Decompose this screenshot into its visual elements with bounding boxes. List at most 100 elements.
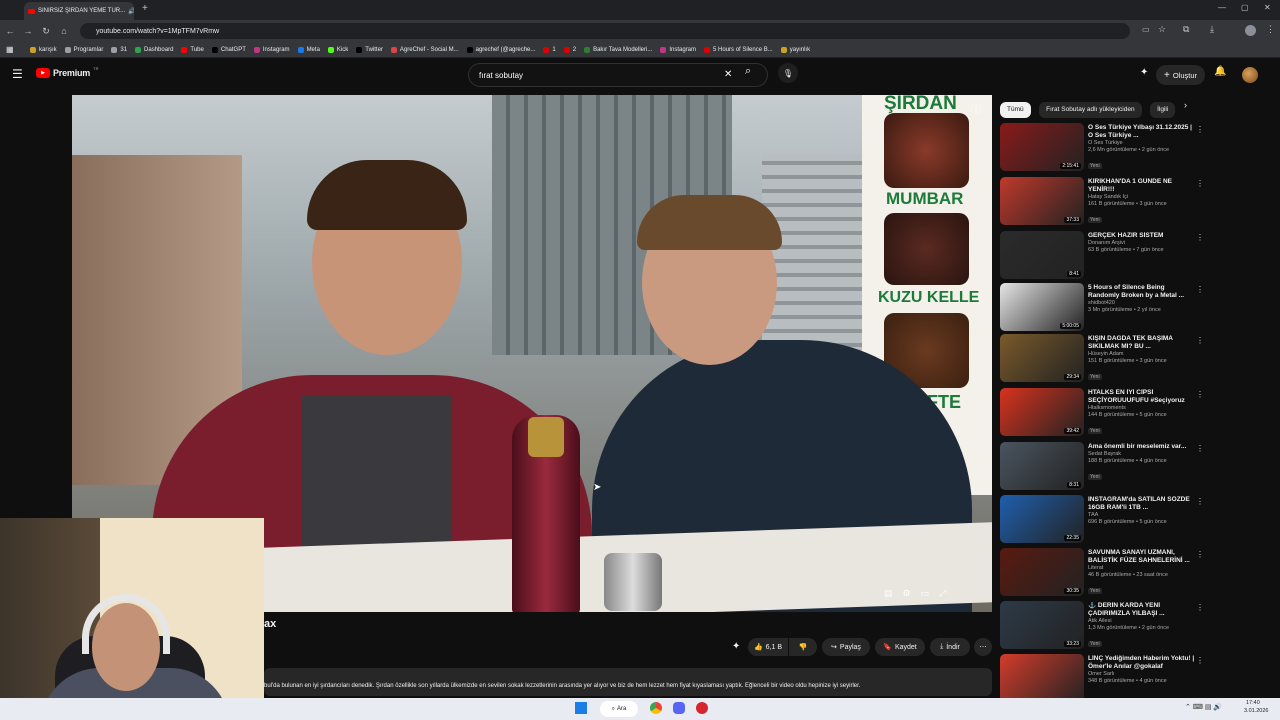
bookmark-item[interactable]: Kick bbox=[327, 46, 348, 53]
forward-icon[interactable]: → bbox=[20, 23, 36, 39]
chip-all[interactable]: Tümü bbox=[1000, 102, 1031, 118]
video-thumbnail[interactable]: 2:15:41 bbox=[1000, 123, 1084, 171]
bookmark-item[interactable]: agrechef (@agreche... bbox=[466, 46, 535, 53]
more-vertical-icon[interactable]: ⋮ bbox=[1196, 179, 1204, 188]
more-vertical-icon[interactable]: ⋮ bbox=[1196, 125, 1204, 134]
bookmark-item[interactable]: yayınlık bbox=[780, 46, 810, 53]
discord-taskbar-icon[interactable] bbox=[673, 702, 685, 714]
more-vertical-icon[interactable]: ⋮ bbox=[1196, 603, 1204, 612]
settings-gear-icon[interactable]: ⚙ bbox=[903, 588, 911, 599]
bookmark-item[interactable]: Instagram bbox=[253, 46, 290, 53]
notifications-bell-icon[interactable]: 🔔 bbox=[1214, 66, 1226, 77]
bookmark-star-icon[interactable]: ☆ bbox=[1158, 24, 1166, 35]
chip-uploader[interactable]: Fırat Sobutay adlı yükleyiciden bbox=[1039, 102, 1142, 118]
related-video-item[interactable]: 37:33 KIRIKHAN'DA 1 GÜNDE NE YENİR!!! Hata… bbox=[1000, 177, 1204, 227]
taskbar-search[interactable]: ⌕ Ara bbox=[600, 701, 638, 717]
bookmark-item[interactable]: Dashboard bbox=[135, 46, 173, 53]
account-avatar[interactable] bbox=[1242, 67, 1258, 83]
related-video-item[interactable]: 39:42 HTALKS EN İYİ CİPSİ SEÇİYORUUUFUFU … bbox=[1000, 388, 1204, 438]
video-thumbnail[interactable]: 37:33 bbox=[1000, 177, 1084, 225]
extensions-icon[interactable]: ⧉ bbox=[1183, 24, 1189, 35]
bookmark-item[interactable]: 2 bbox=[563, 46, 576, 53]
related-video-item[interactable]: 29:34 KIŞIN DAĞDA TEK BAŞIMA SIKILMAK MI?… bbox=[1000, 334, 1204, 384]
cast-icon-yt[interactable]: ✦ bbox=[1140, 67, 1148, 78]
download-button[interactable]: ⤓ İndir bbox=[930, 638, 970, 656]
miniplayer-icon[interactable]: ▭ bbox=[921, 588, 930, 599]
bookmark-item[interactable]: AgreChef - Social M... bbox=[390, 46, 459, 53]
related-video-item[interactable]: 8:41 GERÇEK HAZIR SİSTEM Donanım Arşivi 63 … bbox=[1000, 231, 1204, 281]
downloads-icon[interactable]: ⤓ bbox=[1210, 24, 1214, 35]
cast-icon[interactable]: ▭ bbox=[1142, 25, 1150, 34]
subtitles-icon[interactable]: ▤ bbox=[884, 588, 893, 599]
more-vertical-icon[interactable]: ⋮ bbox=[1196, 390, 1204, 399]
related-video-item[interactable]: LİNÇ Yediğimden Haberim Yoktu! | Ömer'le… bbox=[1000, 654, 1204, 704]
bookmark-item[interactable]: ChatGPT bbox=[211, 46, 246, 53]
apps-grid-icon[interactable]: ▦ bbox=[6, 45, 14, 54]
youtube-logo[interactable]: ▶ Premium TR bbox=[36, 66, 98, 78]
search-input[interactable]: fırat sobutay ✕ bbox=[468, 63, 768, 87]
bookmark-item[interactable]: Instagram bbox=[660, 46, 696, 53]
browser-tab[interactable]: SINIRSIZ ŞIRDAN YEME TUR... 🔊 ✕ bbox=[24, 2, 134, 20]
bookmark-item[interactable]: Tube bbox=[181, 46, 204, 53]
new-tab-button[interactable]: + bbox=[142, 3, 148, 14]
bookmark-item[interactable]: Meta bbox=[297, 46, 320, 53]
more-vertical-icon[interactable]: ⋮ bbox=[1196, 285, 1204, 294]
more-vertical-icon[interactable]: ⋮ bbox=[1196, 336, 1204, 345]
voice-search-button[interactable]: 🎙 bbox=[778, 63, 798, 83]
minimize-window-button[interactable]: — bbox=[1218, 3, 1226, 12]
fullscreen-icon[interactable]: ⤢ bbox=[939, 588, 946, 599]
bookmark-item[interactable]: Programlar bbox=[64, 46, 103, 53]
address-bar[interactable]: youtube.com/watch?v=1MpTFM7vRmw bbox=[80, 23, 1130, 39]
video-thumbnail[interactable]: 8:31 bbox=[1000, 442, 1084, 490]
system-tray-icons[interactable]: ⌃ ⌨ ▤ 🔊 bbox=[1185, 703, 1222, 711]
more-vertical-icon[interactable]: ⋮ bbox=[1196, 656, 1204, 665]
related-video-item[interactable]: 5:00:05 5 Hours of Silence Being Randomly… bbox=[1000, 283, 1204, 333]
more-vertical-icon[interactable]: ⋮ bbox=[1196, 550, 1204, 559]
windows-start-icon[interactable] bbox=[575, 702, 587, 714]
related-video-item[interactable]: 2:15:41 O Ses Türkiye Yılbaşı 31.12.2025 … bbox=[1000, 123, 1204, 173]
dislike-button[interactable]: 👎 bbox=[789, 638, 817, 656]
bookmark-item[interactable]: Bakır Tava Modelleri... bbox=[584, 46, 652, 53]
close-window-button[interactable]: ✕ bbox=[1264, 3, 1271, 12]
hamburger-menu-icon[interactable]: ☰ bbox=[12, 67, 23, 81]
premium-feature-icon[interactable]: ✦ bbox=[732, 641, 740, 652]
related-video-item[interactable]: 8:31 Ama önemli bir meselemiz var... Sedat… bbox=[1000, 442, 1204, 492]
more-vertical-icon[interactable]: ⋮ bbox=[1196, 233, 1204, 242]
browser-profile-avatar[interactable] bbox=[1245, 25, 1256, 36]
bookmark-item[interactable]: 1 bbox=[543, 46, 556, 53]
video-info-icon[interactable]: ⓘ bbox=[971, 101, 981, 116]
video-thumbnail[interactable]: 8:41 bbox=[1000, 231, 1084, 279]
chrome-taskbar-icon[interactable] bbox=[650, 702, 662, 714]
back-icon[interactable]: ← bbox=[2, 23, 18, 39]
app-taskbar-icon[interactable] bbox=[696, 702, 708, 714]
home-icon[interactable]: ⌂ bbox=[56, 23, 72, 39]
save-button[interactable]: 🔖 Kaydet bbox=[875, 638, 925, 656]
bookmark-item[interactable]: Twitter bbox=[356, 46, 383, 53]
video-thumbnail[interactable]: 22:35 bbox=[1000, 495, 1084, 543]
chip-related[interactable]: İlgili bbox=[1150, 102, 1176, 118]
bookmark-item[interactable]: 5 Hours of Silence B... bbox=[704, 46, 773, 53]
more-vertical-icon[interactable]: ⋮ bbox=[1196, 497, 1204, 506]
like-button[interactable]: 👍 6,1 B bbox=[748, 638, 788, 656]
reload-icon[interactable]: ↻ bbox=[38, 23, 54, 39]
related-video-item[interactable]: 22:35 INSTAGRAM'da SATILAN SÖZDE 16GB RAM… bbox=[1000, 495, 1204, 545]
clear-search-icon[interactable]: ✕ bbox=[724, 69, 732, 80]
description-box[interactable]: bul'da bulunan en iyi şırdancıları dened… bbox=[264, 668, 992, 696]
video-thumbnail[interactable]: 5:00:05 bbox=[1000, 283, 1084, 331]
bookmark-item[interactable]: karışık bbox=[30, 46, 57, 53]
video-thumbnail[interactable]: 30:35 bbox=[1000, 548, 1084, 596]
video-thumbnail[interactable]: 39:42 bbox=[1000, 388, 1084, 436]
video-thumbnail[interactable]: 29:34 bbox=[1000, 334, 1084, 382]
more-actions-button[interactable]: ⋯ bbox=[974, 638, 992, 656]
video-thumbnail[interactable] bbox=[1000, 654, 1084, 702]
chevron-right-icon[interactable]: › bbox=[1184, 100, 1187, 110]
search-icon[interactable]: ⌕ bbox=[745, 65, 751, 78]
video-thumbnail[interactable]: 33:23 bbox=[1000, 601, 1084, 649]
create-button[interactable]: + Oluştur bbox=[1156, 65, 1206, 85]
related-video-item[interactable]: 33:23 ⚓ DERİN KARDA YENİ ÇADIRIMIZLA YILB… bbox=[1000, 601, 1204, 651]
maximize-window-button[interactable]: ▢ bbox=[1241, 3, 1249, 12]
browser-menu-icon[interactable]: ⋮ bbox=[1266, 24, 1275, 35]
share-button[interactable]: ↪ Paylaş bbox=[822, 638, 870, 656]
bookmark-item[interactable]: 31 bbox=[111, 46, 127, 53]
more-vertical-icon[interactable]: ⋮ bbox=[1196, 444, 1204, 453]
